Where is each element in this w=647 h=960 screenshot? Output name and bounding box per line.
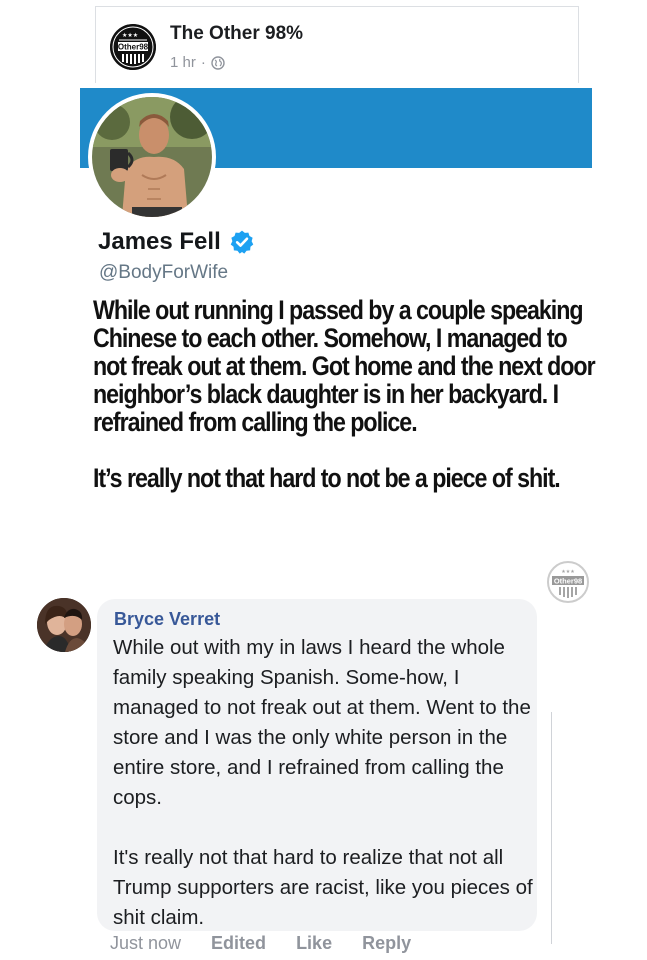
- edited-label[interactable]: Edited: [211, 933, 266, 954]
- globe-icon: [211, 55, 225, 70]
- other98-watermark-icon: ★★★ Other98: [552, 569, 584, 598]
- couple-photo: [37, 598, 91, 652]
- tweet-author-name: James Fell: [98, 228, 255, 256]
- post-meta: 1 hr ·: [170, 54, 225, 71]
- comment-actions: Just now Edited Like Reply: [110, 933, 411, 954]
- meta-separator: ·: [200, 54, 206, 71]
- comment-scrollbar[interactable]: [551, 712, 555, 944]
- svg-text:★★★: ★★★: [122, 32, 138, 39]
- tweet-handle: @BodyForWife: [99, 262, 229, 283]
- comment-timestamp[interactable]: Just now: [110, 933, 181, 954]
- page-name[interactable]: The Other 98%: [170, 23, 303, 45]
- commenter-avatar[interactable]: [37, 598, 91, 652]
- other98-logo-icon: ★★★ Other98: [110, 24, 156, 70]
- tweet-paragraph: It’s really not that hard to not be a pi…: [93, 463, 561, 493]
- comment-paragraph: While out with my in laws I heard the wh…: [113, 636, 531, 809]
- tweet-paragraph: While out running I passed by a couple s…: [93, 295, 596, 437]
- tweet-body: While out running I passed by a couple s…: [93, 296, 596, 492]
- tweet-author-avatar: [92, 97, 212, 217]
- tweet-display-name: James Fell: [98, 228, 221, 255]
- svg-text:Other98: Other98: [554, 577, 582, 586]
- like-button[interactable]: Like: [296, 933, 332, 954]
- comment-bubble: Bryce Verret While out with my in laws I…: [97, 599, 537, 931]
- post-header: ★★★ Other98 The Other 98% 1 hr ·: [95, 6, 579, 83]
- reply-button[interactable]: Reply: [362, 933, 411, 954]
- comment-body: While out with my in laws I heard the wh…: [113, 633, 533, 933]
- comment-paragraph: It's really not that hard to realize tha…: [113, 846, 533, 929]
- svg-text:Other98: Other98: [118, 43, 149, 52]
- page-avatar[interactable]: ★★★ Other98: [110, 24, 156, 70]
- post-time[interactable]: 1 hr: [170, 54, 196, 71]
- man-holding-mug-photo: [92, 97, 212, 217]
- svg-text:★★★: ★★★: [561, 569, 575, 575]
- other98-watermark: ★★★ Other98: [547, 561, 589, 603]
- commenter-name[interactable]: Bryce Verret: [114, 609, 220, 630]
- verified-badge-icon: [230, 230, 254, 254]
